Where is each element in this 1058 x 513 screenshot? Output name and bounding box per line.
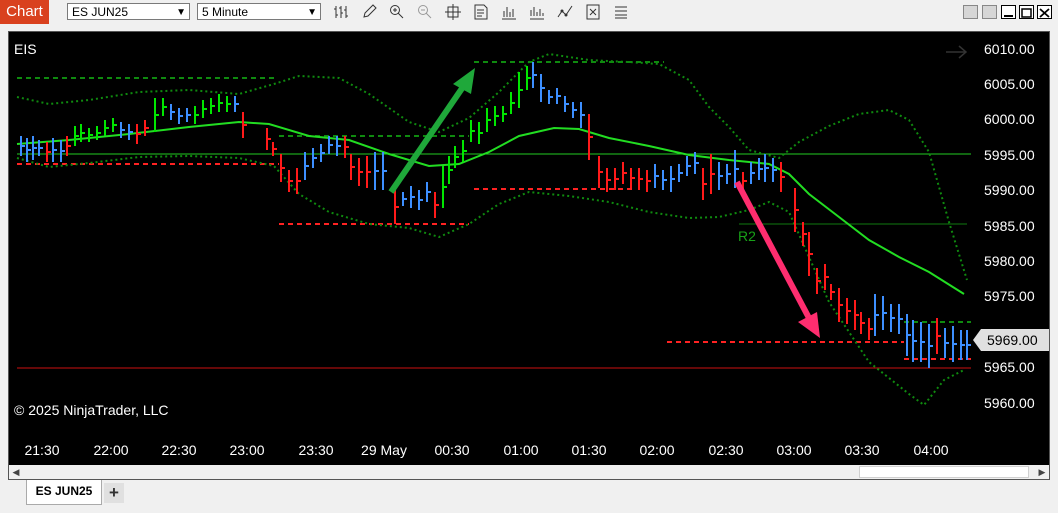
chevron-down-icon: ▼	[176, 7, 186, 18]
time-axis-label: 23:00	[229, 442, 265, 458]
scroll-to-end-icon	[946, 45, 968, 59]
close-button[interactable]	[1037, 5, 1052, 19]
time-axis-label: 21:30	[24, 442, 60, 458]
interval-select[interactable]: 5 Minute ▼	[197, 3, 321, 20]
time-axis-label: 22:00	[93, 442, 129, 458]
chart-app-label: Chart	[0, 0, 49, 24]
minimize-button[interactable]	[1001, 5, 1016, 19]
moving-average-line	[16, 120, 965, 295]
chart-panel[interactable]: R2 EIS © 2025 NinjaTrader, LLC 6010.00 6…	[8, 31, 1050, 480]
time-axis-label: 01:30	[571, 442, 607, 458]
instrument-label: EIS	[14, 41, 37, 57]
horizontal-scrollbar[interactable]: ◀ ▶	[9, 465, 1049, 479]
bar-type-icon[interactable]	[332, 3, 350, 21]
price-axis-label: 5995.00	[984, 147, 1035, 163]
price-axis-label: 5980.00	[984, 253, 1035, 269]
green-arrow	[388, 82, 468, 194]
copyright-text: © 2025 NinjaTrader, LLC	[14, 402, 169, 418]
price-axis-label: 5960.00	[984, 395, 1035, 411]
tab-es-jun25[interactable]: ES JUN25	[26, 480, 102, 505]
time-axis-label: 03:00	[776, 442, 812, 458]
zoom-out-icon[interactable]	[416, 3, 434, 21]
price-axis-label: 5975.00	[984, 288, 1035, 304]
indicators-icon[interactable]	[528, 3, 546, 21]
crosshair-icon[interactable]	[444, 3, 462, 21]
bollinger-upper-band	[16, 52, 968, 281]
scroll-right-icon[interactable]: ▶	[1035, 465, 1049, 479]
price-axis-label: 5985.00	[984, 218, 1035, 234]
data-box-icon[interactable]	[472, 3, 490, 21]
time-axis-label: 00:30	[434, 442, 470, 458]
time-axis-label: 02:30	[708, 442, 744, 458]
drawing-pencil-icon[interactable]	[360, 3, 378, 21]
time-axis-label: 23:30	[298, 442, 334, 458]
add-tab-button[interactable]: +	[104, 483, 124, 503]
strategies-icon[interactable]	[556, 3, 574, 21]
price-axis-label: 5965.00	[984, 359, 1035, 375]
green-arrow-head	[453, 68, 475, 94]
window-minimize-alt-button[interactable]	[963, 5, 978, 19]
price-axis-label: 6010.00	[984, 41, 1035, 57]
price-axis-label: 6005.00	[984, 76, 1035, 92]
instrument-select-value: ES JUN25	[72, 5, 129, 19]
current-price-marker: 5969.00	[973, 329, 1049, 351]
chevron-down-icon: ▼	[307, 7, 317, 18]
time-axis-label: 29 May	[361, 442, 407, 458]
time-axis-label: 22:30	[161, 442, 197, 458]
time-axis-label: 02:00	[639, 442, 675, 458]
r2-pivot-label: R2	[738, 228, 756, 244]
zoom-in-icon[interactable]	[388, 3, 406, 21]
window-restore-alt-button[interactable]	[982, 5, 997, 19]
interval-select-value: 5 Minute	[202, 5, 249, 19]
properties-icon[interactable]	[584, 3, 602, 21]
maximize-button[interactable]	[1019, 5, 1034, 19]
time-axis-label: 01:00	[503, 442, 539, 458]
price-axis-label: 6000.00	[984, 111, 1035, 127]
scroll-left-icon[interactable]: ◀	[9, 465, 23, 479]
toolbar: Chart ES JUN25 ▼ 5 Minute ▼	[0, 0, 1058, 24]
bar-chart-icon[interactable]	[500, 3, 518, 21]
scroll-thumb[interactable]	[859, 466, 1029, 478]
price-axis-label: 5990.00	[984, 182, 1035, 198]
instrument-select[interactable]: ES JUN25 ▼	[67, 3, 190, 20]
tab-bar: ES JUN25 +	[0, 480, 1058, 513]
pink-arrow	[734, 180, 812, 320]
time-axis-label: 03:30	[844, 442, 880, 458]
settings-list-icon[interactable]	[612, 3, 630, 21]
time-axis-label: 04:00	[913, 442, 949, 458]
